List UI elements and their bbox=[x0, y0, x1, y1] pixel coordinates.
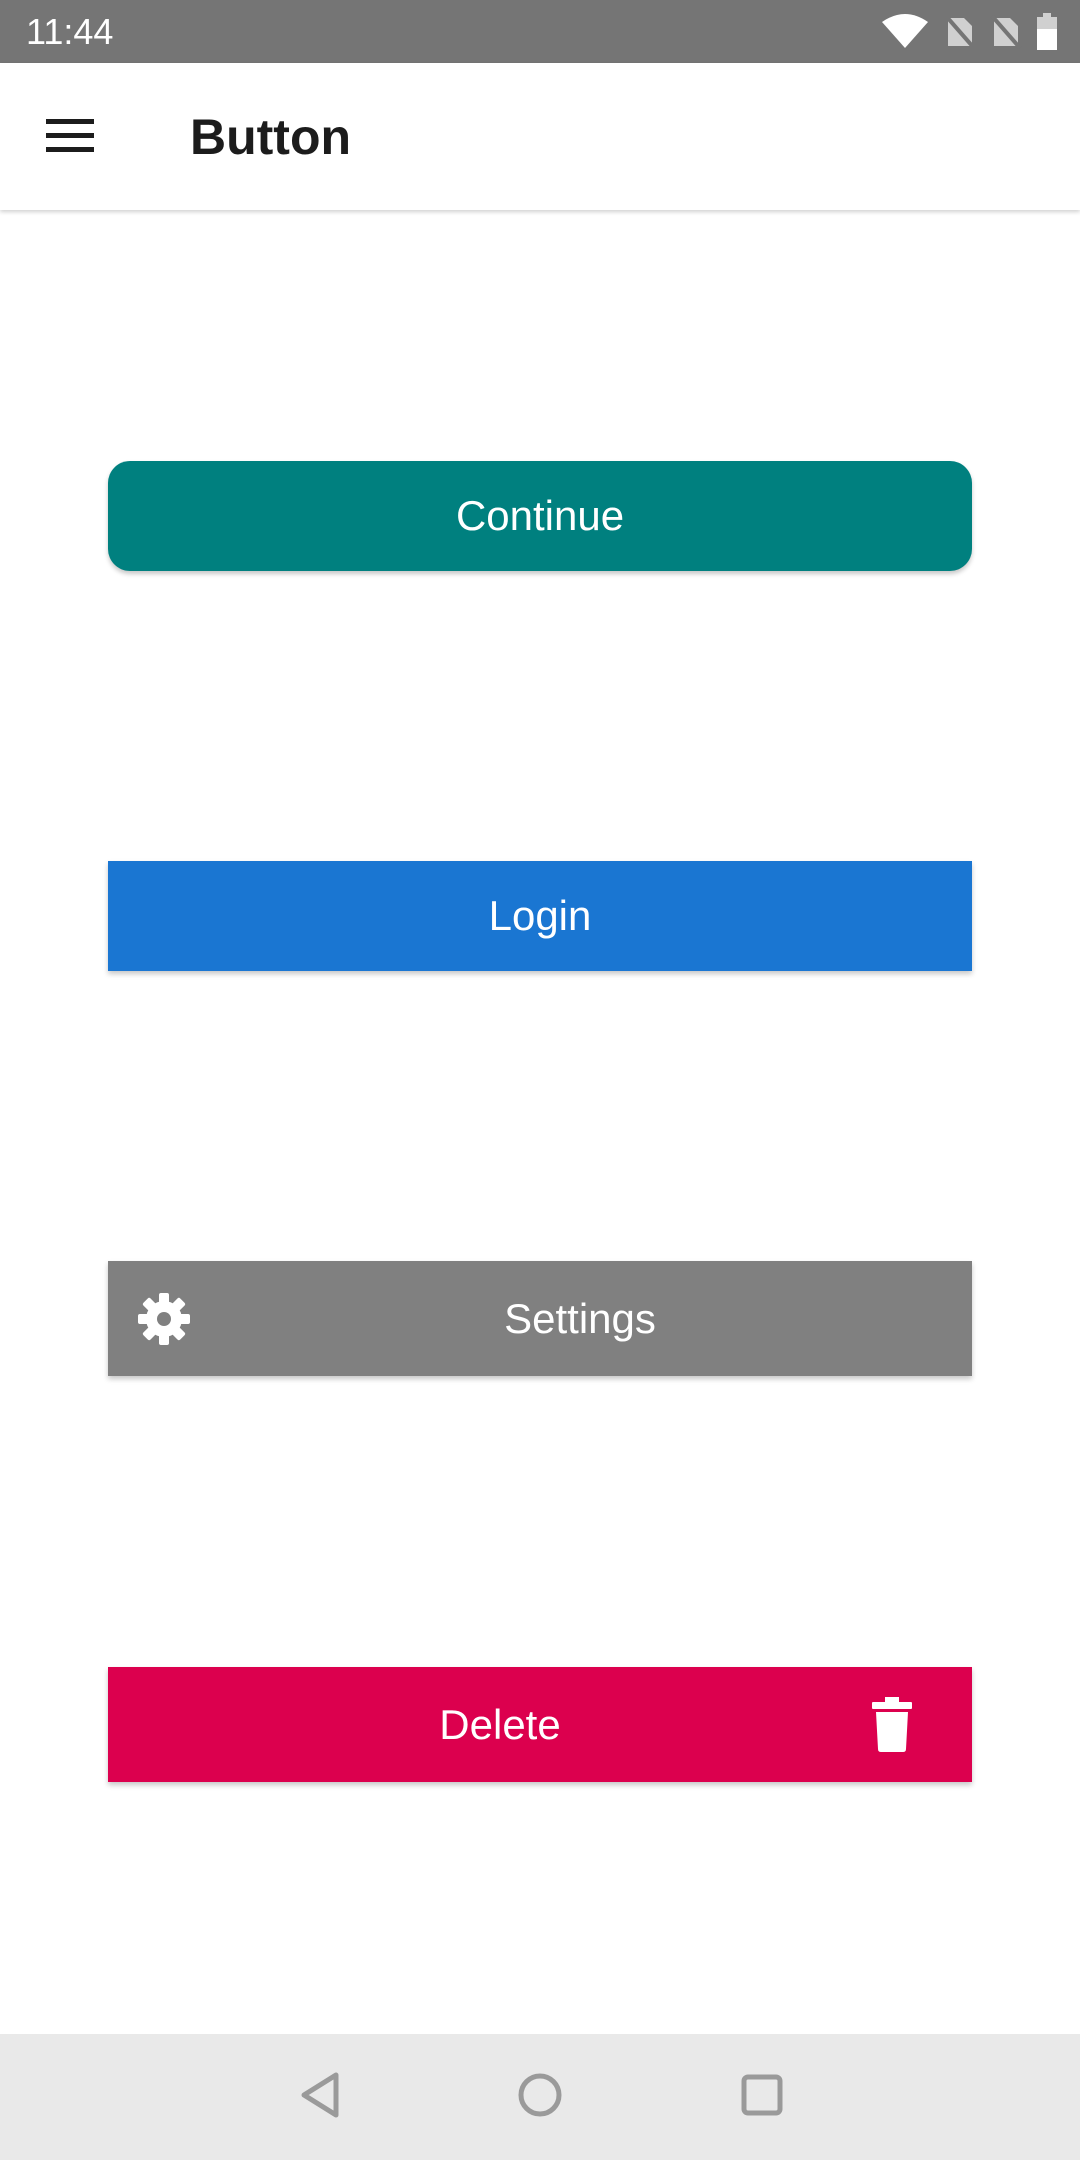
recents-button[interactable] bbox=[727, 2062, 797, 2132]
status-icons bbox=[880, 12, 1058, 52]
battery-icon bbox=[1036, 13, 1058, 51]
recents-icon bbox=[740, 2073, 784, 2122]
settings-button[interactable]: Settings bbox=[108, 1261, 972, 1376]
home-icon bbox=[517, 2072, 563, 2123]
menu-button[interactable] bbox=[30, 103, 110, 173]
navigation-bar bbox=[0, 2034, 1080, 2160]
status-bar: 11:44 bbox=[0, 0, 1080, 63]
delete-button-label: Delete bbox=[439, 1700, 561, 1748]
menu-icon bbox=[46, 118, 94, 158]
continue-button[interactable]: Continue bbox=[108, 461, 972, 571]
login-button[interactable]: Login bbox=[108, 861, 972, 971]
settings-button-label: Settings bbox=[504, 1294, 656, 1342]
screen: 11:44 Button Continue Login Settings Del… bbox=[0, 0, 1080, 2160]
trash-icon bbox=[868, 1696, 916, 1753]
page-title: Button bbox=[190, 109, 352, 165]
status-time: 11:44 bbox=[26, 11, 114, 52]
back-button[interactable] bbox=[285, 2062, 355, 2132]
home-button[interactable] bbox=[505, 2062, 575, 2132]
no-sim-icon bbox=[944, 14, 976, 50]
continue-button-label: Continue bbox=[455, 492, 625, 539]
gear-icon bbox=[136, 1291, 192, 1347]
back-icon bbox=[298, 2071, 342, 2124]
app-bar: Button bbox=[0, 63, 1080, 210]
no-sim-icon bbox=[990, 14, 1022, 50]
login-button-label: Login bbox=[488, 892, 592, 939]
delete-button[interactable]: Delete bbox=[108, 1667, 972, 1782]
wifi-icon bbox=[880, 14, 930, 50]
